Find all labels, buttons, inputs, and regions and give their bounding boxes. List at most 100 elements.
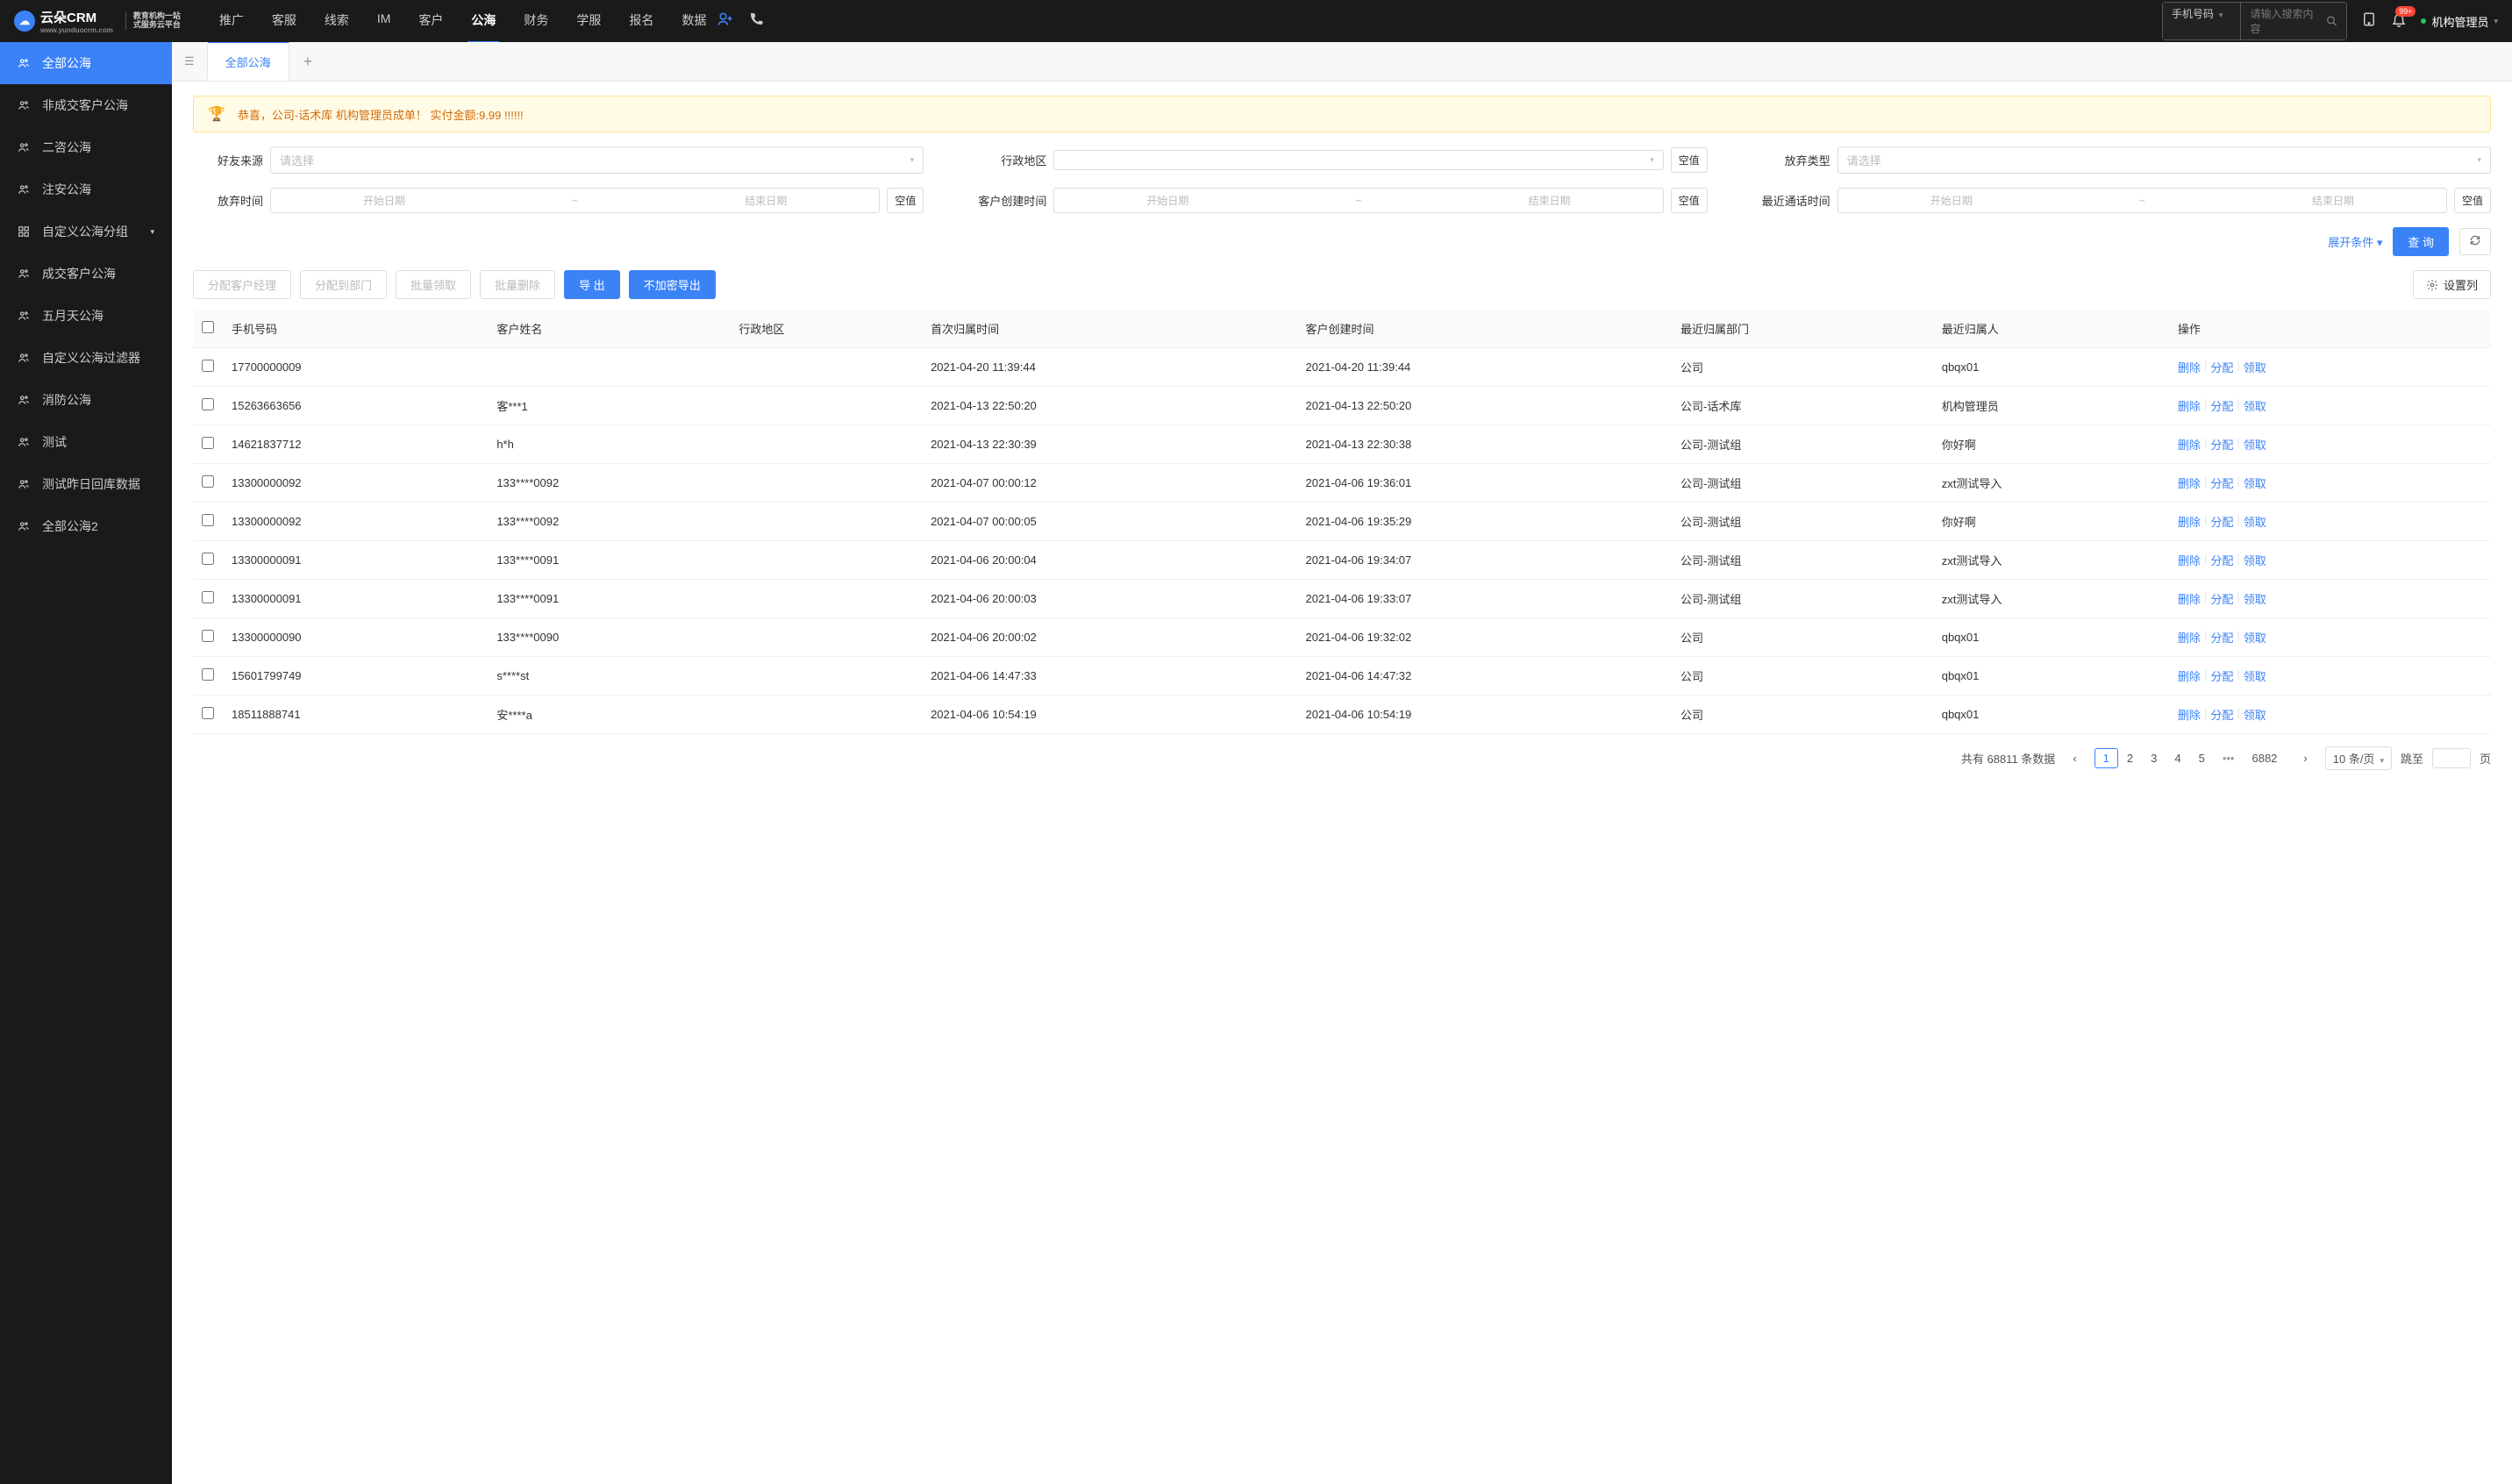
sidebar-item-0[interactable]: 全部公海	[0, 42, 172, 84]
page-1[interactable]: 1	[2095, 748, 2118, 768]
abandon-time-clear-button[interactable]: 空值	[887, 188, 924, 213]
assign-manager-button[interactable]: 分配客户经理	[193, 270, 291, 299]
nav-item-2[interactable]: 线索	[321, 0, 353, 43]
select-all-checkbox[interactable]	[202, 321, 214, 333]
row-delete-link[interactable]: 删除	[2178, 474, 2201, 491]
sidebar-item-8[interactable]: 消防公海	[0, 379, 172, 421]
nav-item-5[interactable]: 公海	[467, 0, 499, 43]
add-user-icon[interactable]	[710, 11, 741, 32]
logo[interactable]: ☁ 云朵CRM www.yunduocrm.com 教育机构一站式服务云平台	[14, 8, 181, 34]
page-2[interactable]: 2	[2118, 748, 2142, 768]
row-get-link[interactable]: 领取	[2244, 667, 2266, 684]
row-delete-link[interactable]: 删除	[2178, 590, 2201, 607]
sidebar-item-4[interactable]: 自定义公海分组▾	[0, 210, 172, 253]
sidebar-item-2[interactable]: 二咨公海	[0, 126, 172, 168]
expand-filters-link[interactable]: 展开条件 ▾	[2328, 233, 2382, 250]
region-clear-button[interactable]: 空值	[1671, 147, 1708, 173]
row-get-link[interactable]: 领取	[2244, 474, 2266, 491]
row-assign-link[interactable]: 分配	[2210, 436, 2233, 453]
search-type-select[interactable]: 手机号码	[2163, 3, 2242, 39]
nav-item-1[interactable]: 客服	[268, 0, 300, 43]
tab-add-icon[interactable]: +	[289, 44, 327, 80]
tabs-toggle-icon[interactable]: ☰	[172, 44, 208, 79]
region-select[interactable]: ▾	[1053, 150, 1663, 170]
nav-item-4[interactable]: 客户	[415, 0, 446, 43]
row-checkbox[interactable]	[202, 514, 214, 526]
row-get-link[interactable]: 领取	[2244, 552, 2266, 568]
nav-item-7[interactable]: 学服	[573, 0, 604, 43]
abandon-time-range[interactable]: 开始日期~结束日期	[270, 188, 880, 213]
set-columns-button[interactable]: 设置列	[2413, 270, 2491, 299]
sidebar-item-10[interactable]: 测试昨日回库数据	[0, 463, 172, 505]
row-assign-link[interactable]: 分配	[2210, 474, 2233, 491]
row-assign-link[interactable]: 分配	[2210, 667, 2233, 684]
row-assign-link[interactable]: 分配	[2210, 590, 2233, 607]
row-checkbox[interactable]	[202, 553, 214, 565]
row-delete-link[interactable]: 删除	[2178, 552, 2201, 568]
jump-input[interactable]	[2432, 748, 2471, 768]
row-checkbox[interactable]	[202, 668, 214, 681]
row-get-link[interactable]: 领取	[2244, 706, 2266, 723]
row-delete-link[interactable]: 删除	[2178, 397, 2201, 414]
batch-delete-button[interactable]: 批量删除	[480, 270, 555, 299]
row-get-link[interactable]: 领取	[2244, 629, 2266, 646]
abandon-type-select[interactable]: 请选择▾	[1838, 146, 2491, 174]
row-checkbox[interactable]	[202, 707, 214, 719]
row-checkbox[interactable]	[202, 360, 214, 372]
export-button[interactable]: 导 出	[564, 270, 620, 299]
row-get-link[interactable]: 领取	[2244, 436, 2266, 453]
call-time-range[interactable]: 开始日期~结束日期	[1838, 188, 2447, 213]
row-delete-link[interactable]: 删除	[2178, 436, 2201, 453]
query-button[interactable]: 查 询	[2393, 227, 2449, 256]
row-get-link[interactable]: 领取	[2244, 397, 2266, 414]
row-delete-link[interactable]: 删除	[2178, 667, 2201, 684]
export-plain-button[interactable]: 不加密导出	[629, 270, 716, 299]
nav-item-3[interactable]: IM	[374, 0, 395, 43]
page-3[interactable]: 3	[2142, 748, 2166, 768]
row-delete-link[interactable]: 删除	[2178, 706, 2201, 723]
nav-item-6[interactable]: 财务	[520, 0, 552, 43]
page-5[interactable]: 5	[2190, 748, 2214, 768]
row-delete-link[interactable]: 删除	[2178, 513, 2201, 530]
page-last[interactable]: 6882	[2243, 748, 2286, 768]
page-prev-button[interactable]: ‹	[2064, 748, 2085, 768]
sidebar-item-7[interactable]: 自定义公海过滤器	[0, 337, 172, 379]
refresh-button[interactable]	[2459, 228, 2491, 255]
row-assign-link[interactable]: 分配	[2210, 706, 2233, 723]
tab-all-sea[interactable]: 全部公海	[208, 42, 289, 81]
row-checkbox[interactable]	[202, 630, 214, 642]
row-assign-link[interactable]: 分配	[2210, 552, 2233, 568]
sidebar-item-1[interactable]: 非成交客户公海	[0, 84, 172, 126]
bell-icon[interactable]: 99+	[2391, 11, 2407, 32]
page-next-button[interactable]: ›	[2294, 748, 2316, 768]
sidebar-item-11[interactable]: 全部公海2	[0, 505, 172, 547]
row-get-link[interactable]: 领取	[2244, 590, 2266, 607]
row-assign-link[interactable]: 分配	[2210, 513, 2233, 530]
nav-item-9[interactable]: 数据	[678, 0, 710, 43]
row-assign-link[interactable]: 分配	[2210, 629, 2233, 646]
assign-dept-button[interactable]: 分配到部门	[300, 270, 387, 299]
page-4[interactable]: 4	[2166, 748, 2189, 768]
row-get-link[interactable]: 领取	[2244, 513, 2266, 530]
nav-item-0[interactable]: 推广	[216, 0, 247, 43]
row-get-link[interactable]: 领取	[2244, 359, 2266, 375]
create-time-range[interactable]: 开始日期~结束日期	[1053, 188, 1663, 213]
tablet-icon[interactable]	[2361, 11, 2377, 32]
friend-source-select[interactable]: 请选择▾	[270, 146, 924, 174]
nav-item-8[interactable]: 报名	[625, 0, 657, 43]
row-checkbox[interactable]	[202, 591, 214, 603]
row-checkbox[interactable]	[202, 437, 214, 449]
row-delete-link[interactable]: 删除	[2178, 359, 2201, 375]
row-checkbox[interactable]	[202, 398, 214, 410]
user-menu[interactable]: 机构管理员 ▾	[2421, 13, 2498, 30]
sidebar-item-6[interactable]: 五月天公海	[0, 295, 172, 337]
call-time-clear-button[interactable]: 空值	[2454, 188, 2491, 213]
sidebar-item-9[interactable]: 测试	[0, 421, 172, 463]
row-assign-link[interactable]: 分配	[2210, 359, 2233, 375]
batch-get-button[interactable]: 批量领取	[396, 270, 471, 299]
create-time-clear-button[interactable]: 空值	[1671, 188, 1708, 213]
page-size-select[interactable]: 10 条/页	[2325, 746, 2392, 770]
row-assign-link[interactable]: 分配	[2210, 397, 2233, 414]
sidebar-item-5[interactable]: 成交客户公海	[0, 253, 172, 295]
row-delete-link[interactable]: 删除	[2178, 629, 2201, 646]
